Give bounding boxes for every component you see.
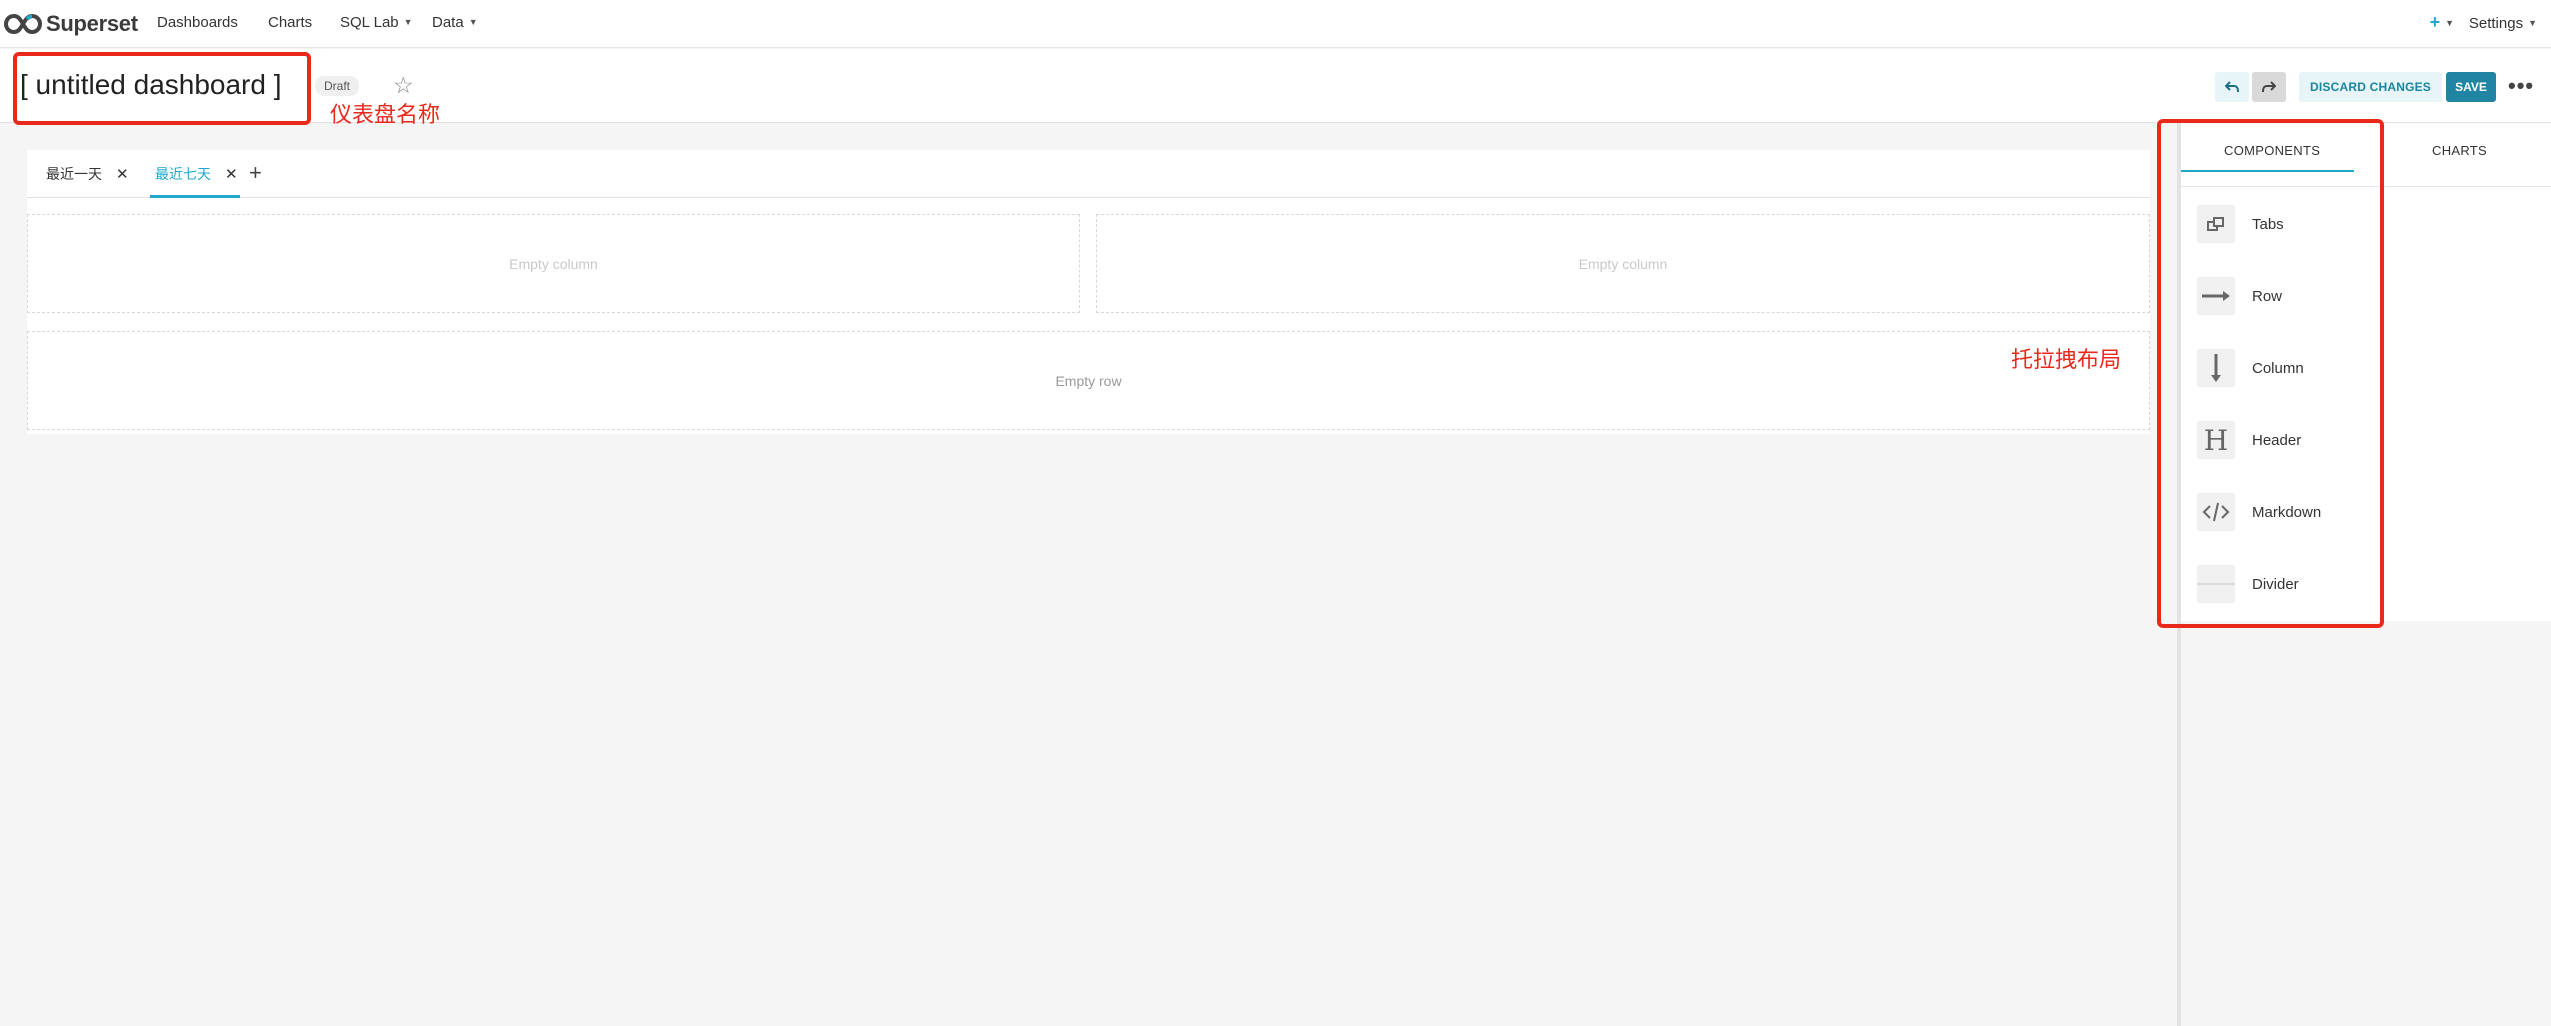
empty-row[interactable]: Empty row [27,331,2150,430]
new-menu[interactable]: + ▼ [2430,12,2454,33]
undo-button[interactable] [2215,72,2249,102]
save-button[interactable]: SAVE [2446,72,2496,102]
superset-logo-icon [4,13,42,35]
nav-data-label: Data [432,14,464,31]
annotation-box-title [13,52,311,125]
tab-recent-day[interactable]: 最近一天 ✕ [46,164,129,184]
undo-icon [2225,81,2239,93]
caret-down-icon: ▼ [2445,18,2454,28]
dashboard-grid: Empty column Empty column Empty row [27,198,2150,434]
top-navbar: Superset Dashboards Charts SQL Lab ▼ Data… [0,0,2551,48]
plus-icon: + [2429,12,2441,32]
annotation-panel-note: 托拉拽布局 [2011,347,2122,372]
close-icon[interactable]: ✕ [225,165,238,183]
more-options-icon[interactable]: ••• [2508,73,2534,99]
status-badge: Draft [315,76,360,96]
tab-recent-week[interactable]: 最近七天 ✕ [155,164,238,184]
nav-dashboards[interactable]: Dashboards [157,14,238,31]
discard-changes-button[interactable]: DISCARD CHANGES [2299,72,2443,102]
settings-label: Settings [2468,15,2524,32]
empty-column[interactable]: Empty column [27,214,1080,313]
redo-button[interactable] [2252,72,2286,102]
tab-label: 最近七天 [155,166,211,182]
dashboard-tabs: 最近一天 ✕ 最近七天 ✕ + [27,150,2150,198]
tab-charts[interactable]: CHARTS [2432,143,2487,158]
settings-menu[interactable]: Settings ▼ [2469,15,2537,32]
redo-icon [2262,81,2276,93]
star-icon[interactable]: ☆ [393,72,414,99]
annotation-title-note: 仪表盘名称 [330,102,441,127]
brand-name: Superset [46,11,138,36]
caret-down-icon: ▼ [2528,18,2537,28]
caret-down-icon: ▼ [403,17,413,27]
annotation-box-panel [2157,119,2384,628]
nav-charts[interactable]: Charts [268,14,312,31]
caret-down-icon: ▼ [468,17,478,27]
brand[interactable]: Superset [4,11,138,37]
add-tab-icon[interactable]: + [249,160,262,186]
nav-sql-lab[interactable]: SQL Lab ▼ [340,14,413,31]
tab-label: 最近一天 [46,166,102,182]
close-icon[interactable]: ✕ [116,165,129,183]
empty-column[interactable]: Empty column [1096,214,2150,313]
nav-data[interactable]: Data ▼ [432,14,478,31]
nav-sql-lab-label: SQL Lab [340,14,399,31]
